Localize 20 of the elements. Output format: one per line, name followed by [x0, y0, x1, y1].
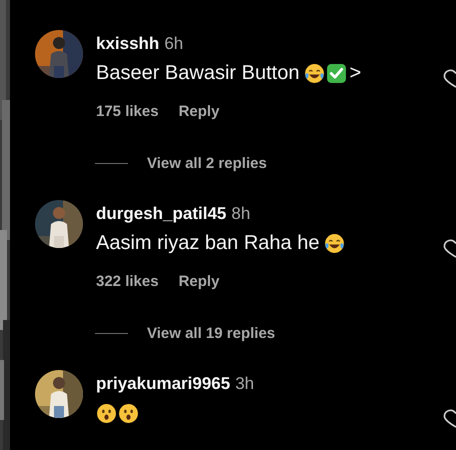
username[interactable]: kxisshh — [96, 33, 160, 55]
comment-text: Baseer Bawasir Button — [96, 61, 300, 86]
likes-count[interactable]: 322 likes — [96, 272, 159, 292]
check-icon — [326, 62, 348, 84]
timestamp: 6h — [164, 33, 184, 55]
surprised-face-icon — [118, 402, 139, 424]
laughing-face-icon — [324, 232, 346, 254]
reply-link[interactable]: Reply — [178, 272, 220, 292]
surprised-face-icon — [96, 402, 117, 424]
reply-link[interactable]: Reply — [178, 102, 220, 122]
laughing-face-icon — [304, 62, 326, 84]
view-replies-link[interactable]: View all 19 replies — [147, 324, 276, 342]
comment-text: Aasim riyaz ban Raha he — [96, 231, 320, 256]
username[interactable]: priyakumari9965 — [96, 373, 230, 395]
likes-count[interactable]: 175 likes — [96, 102, 159, 122]
timestamp: 3h — [235, 373, 254, 395]
view-replies-link[interactable]: View all 2 replies — [147, 154, 267, 172]
timestamp: 8h — [231, 203, 250, 225]
username[interactable]: durgesh_patil45 — [96, 203, 226, 225]
comment-text: > — [349, 61, 362, 86]
